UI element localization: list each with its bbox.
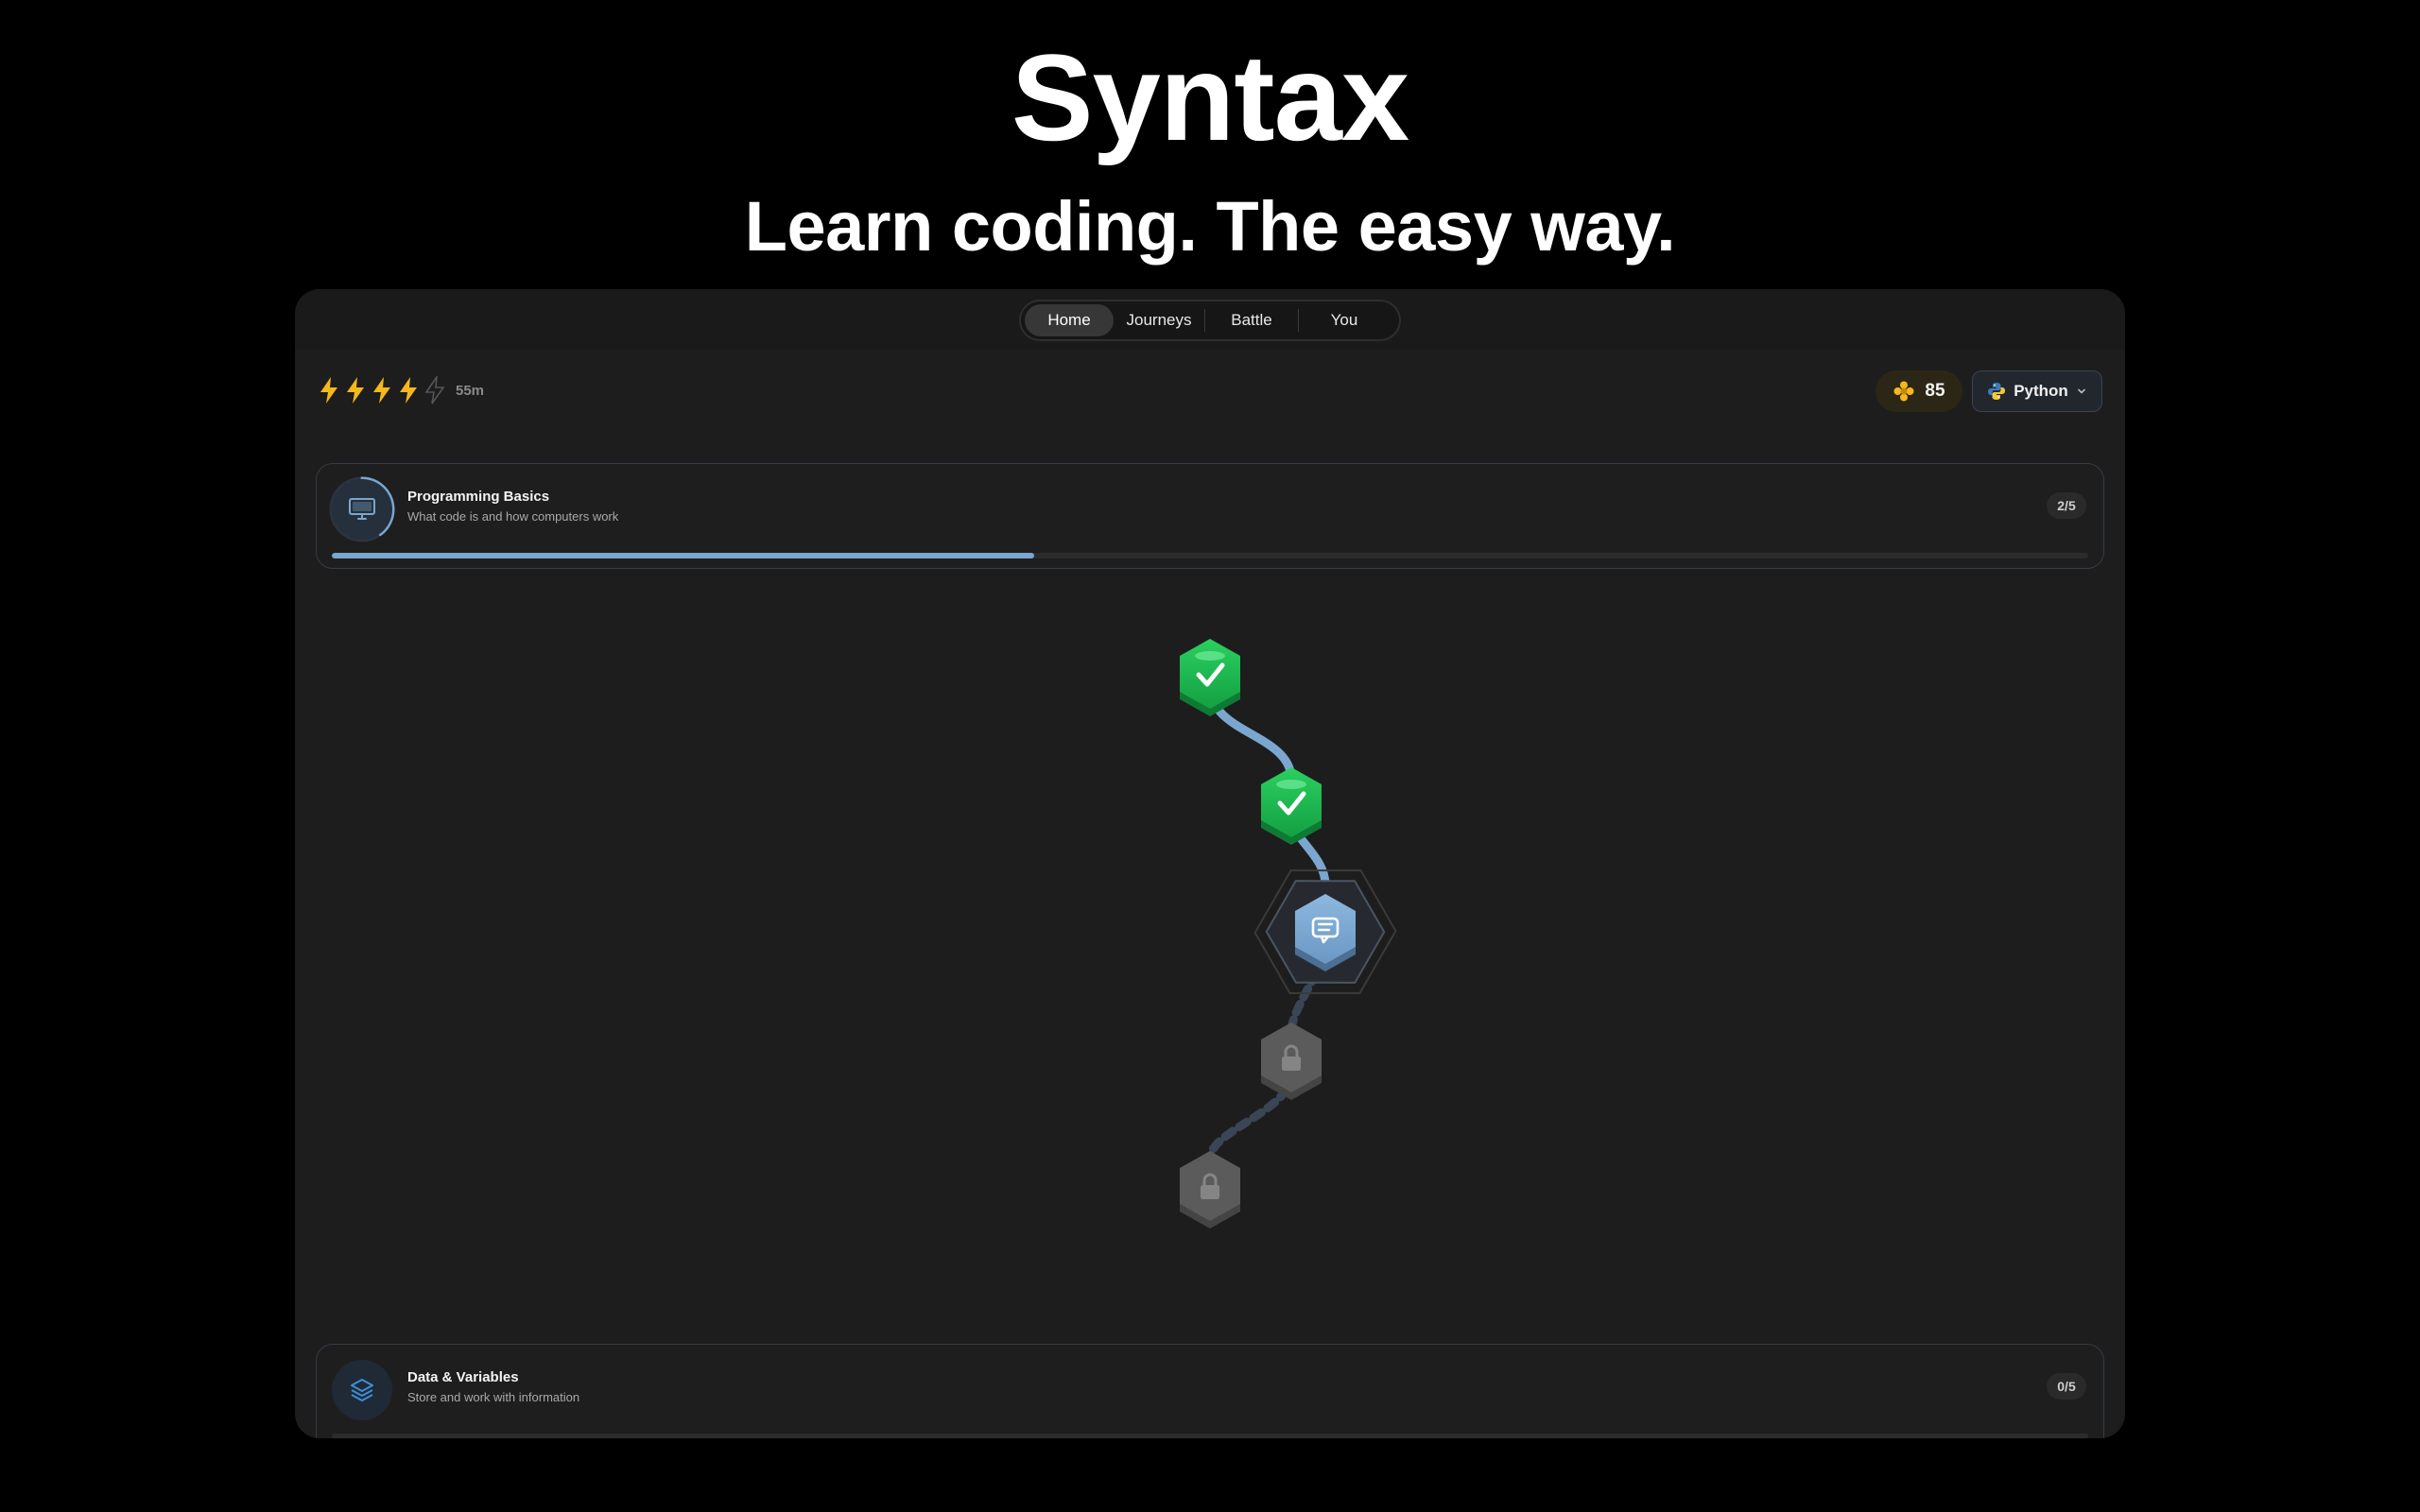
unit-lesson-count: 0/5 bbox=[2047, 1373, 2086, 1400]
app-window: Home Journeys Battle You 55m 85 Python P… bbox=[295, 289, 2125, 1438]
lesson-node-completed[interactable] bbox=[1180, 639, 1240, 716]
lesson-node-completed[interactable] bbox=[1261, 767, 1322, 845]
lesson-node-locked[interactable] bbox=[1180, 1151, 1240, 1228]
layers-icon bbox=[351, 1379, 373, 1401]
unit-title: Data & Variables bbox=[407, 1369, 519, 1385]
lesson-node-locked[interactable] bbox=[1261, 1022, 1322, 1100]
unit-progress-bar bbox=[332, 1434, 2088, 1438]
lesson-path bbox=[1180, 639, 1397, 1228]
hero-subtitle: Learn coding. The easy way. bbox=[744, 187, 1676, 266]
unit-card[interactable]: Data & Variables Store and work with inf… bbox=[316, 1344, 2104, 1438]
unit-icon bbox=[332, 1360, 392, 1420]
hero-title: Syntax bbox=[1011, 28, 1409, 166]
unit-description: Store and work with information bbox=[407, 1390, 580, 1404]
